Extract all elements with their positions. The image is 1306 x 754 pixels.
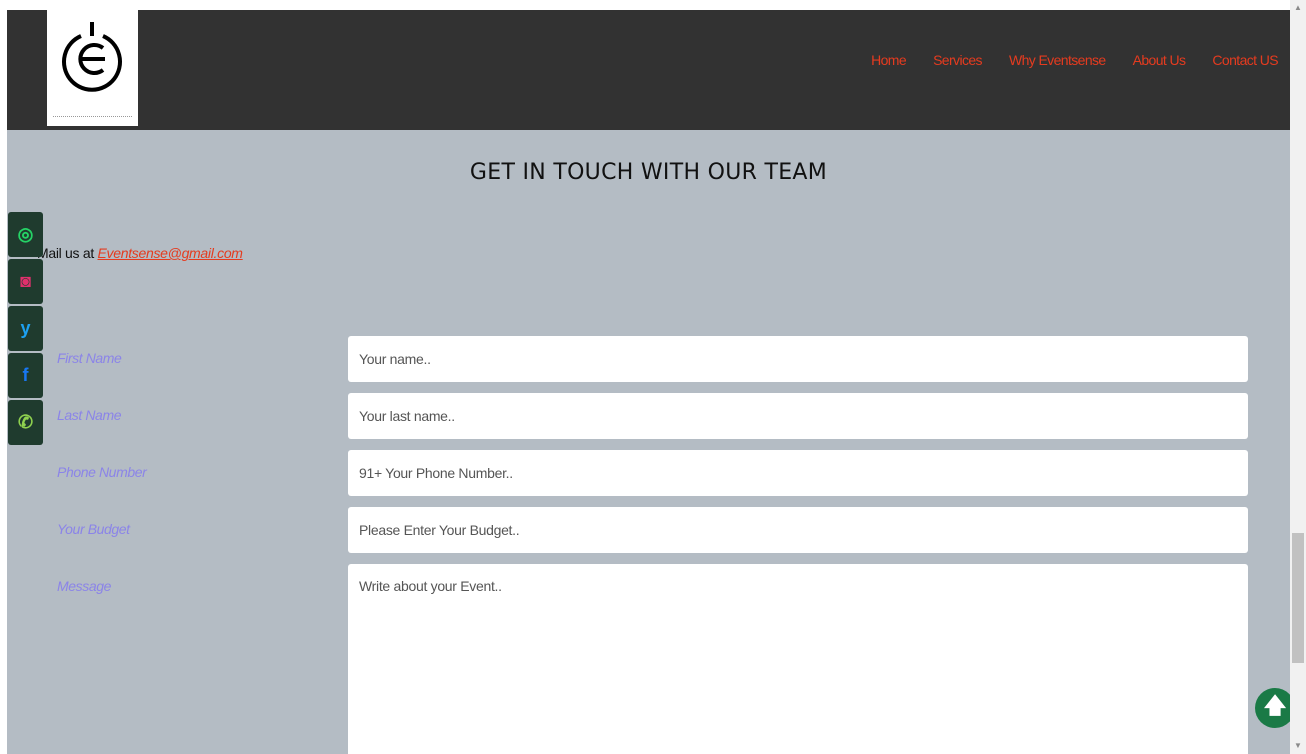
- navbar: Home Services Why Eventsense About Us Co…: [7, 10, 1290, 130]
- nav-why-eventsense[interactable]: Why Eventsense: [1009, 52, 1106, 68]
- phone-button[interactable]: ✆: [8, 400, 43, 445]
- page-viewport: Home Services Why Eventsense About Us Co…: [7, 10, 1290, 754]
- instagram-button[interactable]: ◙: [8, 259, 43, 304]
- last-name-label: Last Name: [57, 407, 122, 423]
- mail-prefix: Mail us at: [37, 245, 98, 261]
- nav-services[interactable]: Services: [933, 52, 982, 68]
- twitter-icon: y: [20, 318, 31, 338]
- page-scrollbar[interactable]: ▲ ▼: [1290, 0, 1306, 754]
- eventsense-logo-icon: [62, 22, 122, 92]
- page-title: GET IN TOUCH WITH OUR TEAM: [469, 160, 828, 185]
- logo-tagline: [53, 116, 132, 120]
- phone-number-input[interactable]: [348, 450, 1248, 496]
- scroll-down-arrow-icon[interactable]: ▼: [1290, 738, 1306, 754]
- message-textarea[interactable]: [348, 564, 1248, 754]
- nav-contact-us[interactable]: Contact US: [1212, 52, 1278, 68]
- scroll-up-arrow-icon[interactable]: ▲: [1290, 0, 1306, 16]
- scrollbar-thumb[interactable]: [1292, 533, 1304, 663]
- main-nav: Home Services Why Eventsense About Us Co…: [844, 52, 1278, 68]
- whatsapp-icon: ◎: [17, 224, 34, 244]
- first-name-input[interactable]: [348, 336, 1248, 382]
- nav-home[interactable]: Home: [871, 52, 907, 68]
- arrow-up-icon: 🡅: [1263, 693, 1287, 718]
- whatsapp-button[interactable]: ◎: [8, 212, 43, 257]
- last-name-input[interactable]: [348, 393, 1248, 439]
- mail-line: Mail us at Eventsense@gmail.com: [37, 245, 243, 261]
- logo[interactable]: [47, 10, 138, 126]
- first-name-label: First Name: [57, 350, 122, 366]
- phone-number-label: Phone Number: [57, 464, 147, 480]
- message-label: Message: [57, 578, 112, 594]
- email-link[interactable]: Eventsense@gmail.com: [98, 245, 243, 261]
- facebook-button[interactable]: f: [8, 353, 43, 398]
- budget-label: Your Budget: [57, 521, 130, 537]
- facebook-icon: f: [22, 365, 29, 385]
- scroll-to-top-button[interactable]: 🡅: [1255, 688, 1290, 728]
- social-sidebar: ◎ ◙ y f ✆: [8, 212, 43, 447]
- instagram-icon: ◙: [20, 271, 31, 291]
- budget-input[interactable]: [348, 507, 1248, 553]
- phone-icon: ✆: [17, 412, 34, 432]
- nav-about-us[interactable]: About Us: [1133, 52, 1186, 68]
- twitter-button[interactable]: y: [8, 306, 43, 351]
